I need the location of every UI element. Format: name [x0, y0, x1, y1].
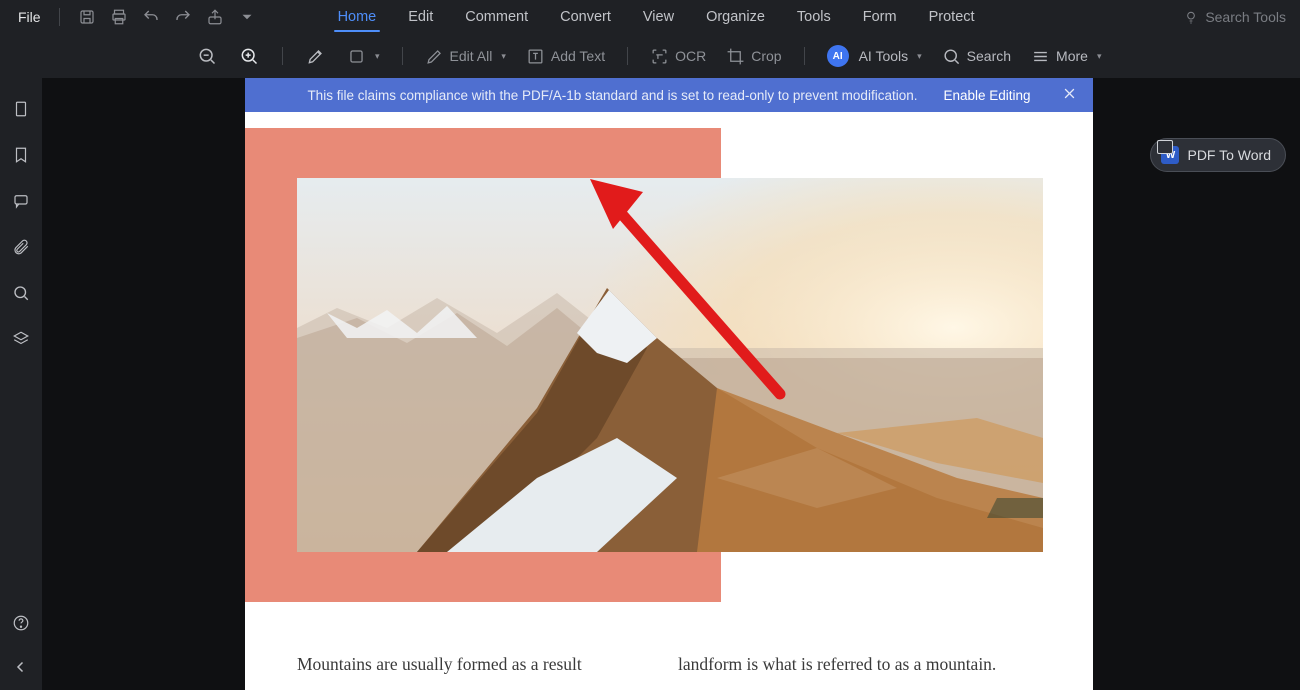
tab-organize[interactable]: Organize — [704, 0, 767, 34]
pdfa-banner: This file claims compliance with the PDF… — [245, 78, 1093, 112]
word-icon: W — [1161, 146, 1179, 164]
dropdown-icon[interactable] — [234, 4, 260, 30]
ocr-tool[interactable]: OCR — [644, 47, 712, 66]
add-text-tool[interactable]: Add Text — [520, 47, 611, 66]
redo-icon[interactable] — [170, 4, 196, 30]
left-sidebar — [0, 78, 42, 690]
chevron-down-icon: ▾ — [917, 51, 922, 62]
thumbnails-icon[interactable] — [10, 98, 32, 120]
banner-message: This file claims compliance with the PDF… — [307, 88, 917, 103]
main-tabs: Home Edit Comment Convert View Organize … — [336, 0, 977, 34]
divider — [804, 47, 805, 65]
layers-icon[interactable] — [10, 328, 32, 350]
tab-home[interactable]: Home — [336, 0, 379, 34]
ai-badge-icon: AI — [827, 45, 849, 67]
chevron-down-icon: ▾ — [1097, 51, 1102, 62]
divider — [402, 47, 403, 65]
ocr-label: OCR — [675, 48, 706, 64]
zoom-out-icon[interactable] — [190, 39, 224, 73]
search-tool[interactable]: Search — [936, 47, 1017, 66]
pdf-to-word-label: PDF To Word — [1187, 147, 1271, 163]
save-icon[interactable] — [74, 4, 100, 30]
chevron-down-icon: ▾ — [501, 51, 506, 62]
add-text-label: Add Text — [551, 48, 605, 64]
shape-tool[interactable]: ▾ — [341, 47, 386, 66]
find-icon[interactable] — [10, 282, 32, 304]
divider — [627, 47, 628, 65]
ai-tools[interactable]: AI AI Tools ▾ — [821, 45, 928, 67]
tab-comment[interactable]: Comment — [463, 0, 530, 34]
collapse-icon[interactable] — [10, 656, 32, 678]
document-area[interactable]: This file claims compliance with the PDF… — [42, 78, 1300, 690]
more-label: More — [1056, 48, 1088, 64]
mountain-image — [297, 178, 1043, 552]
search-label: Search — [967, 48, 1011, 64]
more-tool[interactable]: More ▾ — [1025, 47, 1107, 66]
crop-tool[interactable]: Crop — [720, 47, 787, 66]
zoom-in-icon[interactable] — [232, 39, 266, 73]
top-menubar: File Home Edit Comment Convert View Orga… — [0, 0, 1300, 34]
tab-edit[interactable]: Edit — [406, 0, 435, 34]
pdf-page: Mountains are usually formed as a result… — [245, 78, 1093, 690]
share-icon[interactable] — [202, 4, 228, 30]
tab-convert[interactable]: Convert — [558, 0, 613, 34]
search-tools[interactable]: Search Tools — [1183, 9, 1286, 25]
help-icon[interactable] — [10, 612, 32, 634]
workspace: This file claims compliance with the PDF… — [0, 78, 1300, 690]
text-col-2: landform is what is referred to as a mou… — [678, 654, 1043, 675]
close-icon[interactable] — [1062, 86, 1077, 104]
chevron-down-icon: ▾ — [375, 51, 380, 62]
search-tools-label: Search Tools — [1205, 9, 1286, 25]
ai-tools-label: AI Tools — [859, 48, 909, 64]
highlighter-icon[interactable] — [299, 39, 333, 73]
bookmarks-icon[interactable] — [10, 144, 32, 166]
edit-all-tool[interactable]: Edit All ▾ — [419, 47, 512, 66]
divider — [59, 8, 60, 26]
comments-icon[interactable] — [10, 190, 32, 212]
divider — [282, 47, 283, 65]
attachments-icon[interactable] — [10, 236, 32, 258]
undo-icon[interactable] — [138, 4, 164, 30]
tab-protect[interactable]: Protect — [927, 0, 977, 34]
lightbulb-icon — [1183, 9, 1199, 25]
tab-view[interactable]: View — [641, 0, 676, 34]
body-text: Mountains are usually formed as a result… — [297, 654, 1043, 675]
print-icon[interactable] — [106, 4, 132, 30]
file-menu[interactable]: File — [14, 9, 45, 25]
pdf-to-word-button[interactable]: W PDF To Word — [1150, 138, 1286, 172]
toolbar: ▾ Edit All ▾ Add Text OCR Crop AI AI Too… — [0, 34, 1300, 78]
crop-label: Crop — [751, 48, 781, 64]
text-col-1: Mountains are usually formed as a result — [297, 654, 622, 675]
enable-editing-link[interactable]: Enable Editing — [943, 88, 1030, 103]
tab-tools[interactable]: Tools — [795, 0, 833, 34]
tab-form[interactable]: Form — [861, 0, 899, 34]
edit-all-label: Edit All — [450, 48, 493, 64]
